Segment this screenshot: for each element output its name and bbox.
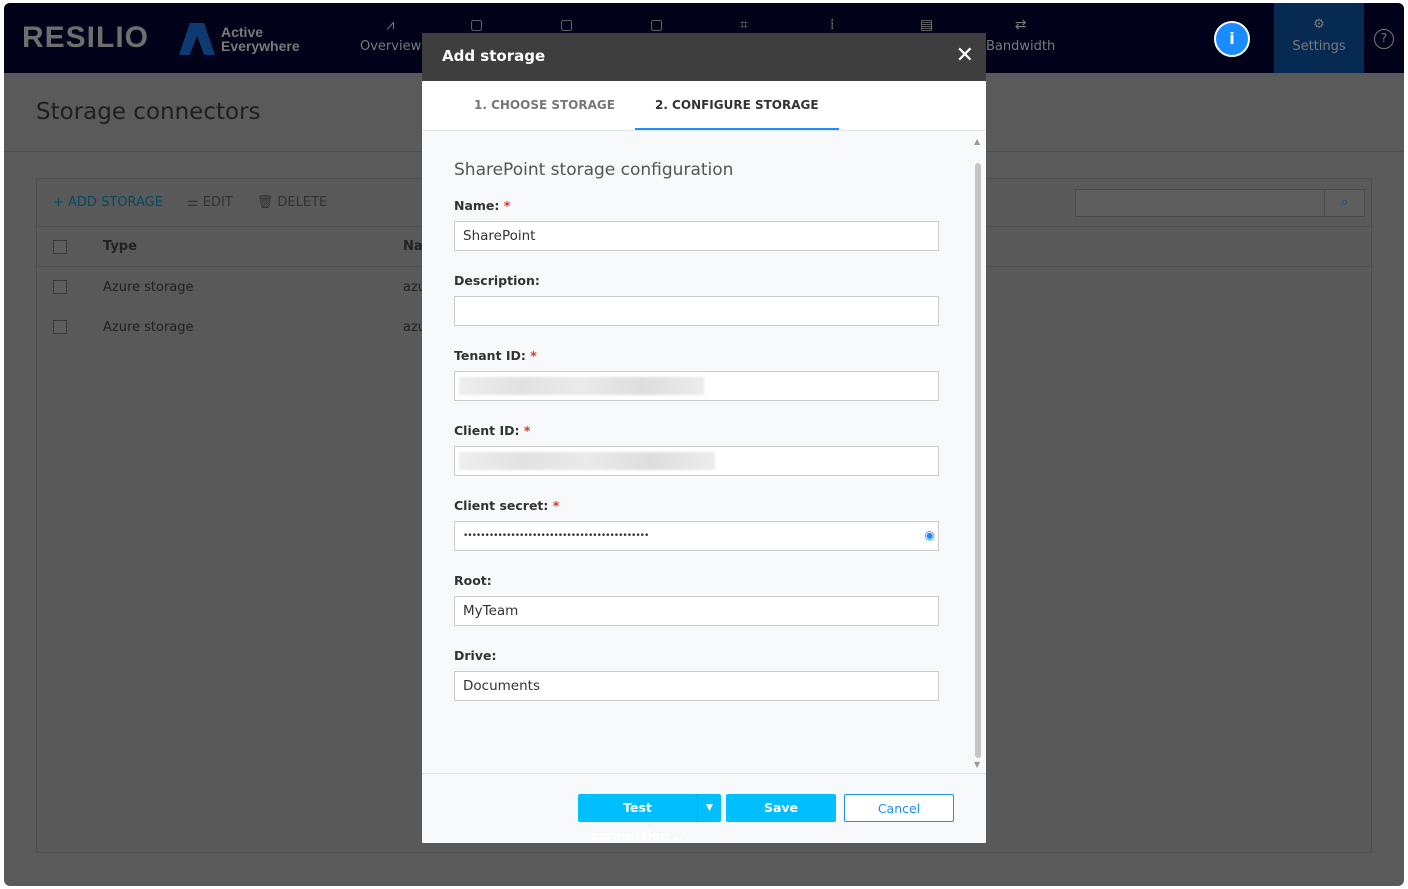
client-secret-field[interactable]: ••••••••••••••••••••••••••••••••••••••••…: [454, 521, 939, 551]
name-field[interactable]: SharePoint: [454, 221, 939, 251]
resilio-logo: RESILIO: [22, 21, 150, 54]
tenant-id-label: Tenant ID: *: [454, 348, 537, 363]
description-label: Description:: [454, 273, 540, 288]
drive-field[interactable]: Documents: [454, 671, 939, 701]
tab-configure-storage[interactable]: 2. CONFIGURE STORAGE: [634, 81, 839, 130]
search-input[interactable]: ⌕: [1075, 189, 1365, 217]
row-checkbox[interactable]: [53, 280, 67, 294]
row-checkbox[interactable]: [53, 320, 67, 334]
arrows-icon: ⇄: [1014, 17, 1027, 33]
tab-choose-storage[interactable]: 1. CHOOSE STORAGE: [454, 81, 635, 130]
select-all-checkbox[interactable]: [53, 239, 67, 254]
wizard-tabs: 1. CHOOSE STORAGE 2. CONFIGURE STORAGE: [422, 81, 986, 131]
add-storage-button[interactable]: + ADD STORAGE: [53, 195, 163, 210]
test-connection-button[interactable]: Test connection... ▼: [578, 794, 721, 843]
root-field[interactable]: MyTeam: [454, 596, 939, 626]
client-secret-label: Client secret: *: [454, 498, 560, 513]
search-icon: ⌕: [1324, 190, 1364, 216]
close-icon[interactable]: ✕: [956, 43, 974, 68]
client-id-label: Client ID: *: [454, 423, 531, 438]
nav-overview[interactable]: ⩘ Overview: [360, 17, 421, 54]
root-label: Root:: [454, 573, 492, 588]
drive-label: Drive:: [454, 648, 497, 663]
delete-button[interactable]: 🗑 DELETE: [257, 195, 327, 210]
save-button[interactable]: Save: [726, 794, 836, 822]
name-label: Name: *: [454, 198, 511, 213]
dialog-footer: Test connection... ▼ Save Cancel: [422, 773, 986, 843]
nav-bandwidth[interactable]: ⇄ Bandwidth: [986, 17, 1055, 54]
info-button[interactable]: i: [1214, 21, 1250, 57]
page-title: Storage connectors: [36, 99, 261, 125]
redacted-value: [459, 377, 704, 395]
chevron-down-icon[interactable]: ▼: [698, 794, 721, 822]
tenant-id-field[interactable]: [454, 371, 939, 401]
eye-icon[interactable]: ◉: [925, 528, 936, 542]
section-title: SharePoint storage configuration: [454, 160, 734, 180]
add-storage-dialog: Add storage ✕ 1. CHOOSE STORAGE 2. CONFIG…: [422, 33, 986, 843]
nav-settings[interactable]: ⚙ Settings: [1274, 3, 1364, 73]
dialog-header: Add storage ✕: [422, 33, 986, 81]
redacted-value: [459, 452, 715, 470]
description-field[interactable]: [454, 296, 939, 326]
scrollbar[interactable]: ▲ ▼: [974, 137, 982, 769]
active-everywhere-logo: Active Everywhere: [179, 23, 300, 55]
dialog-body: SharePoint storage configuration Name: *…: [422, 132, 986, 774]
chart-icon: ⩘: [386, 17, 395, 33]
gear-icon: ⚙: [1313, 17, 1325, 32]
help-icon[interactable]: ?: [1374, 29, 1394, 49]
edit-button[interactable]: ⚌ EDIT: [187, 195, 233, 210]
cancel-button[interactable]: Cancel: [844, 794, 954, 822]
client-id-field[interactable]: [454, 446, 939, 476]
